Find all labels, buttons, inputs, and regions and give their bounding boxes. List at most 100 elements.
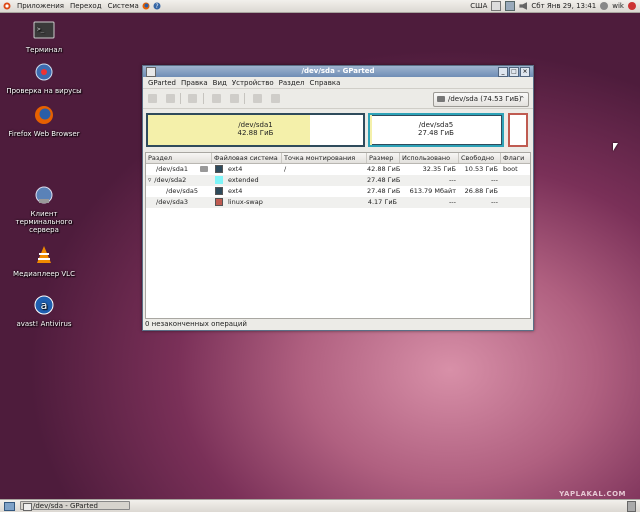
table-row[interactable]: /dev/sda1 ext4 / 42.88 ГиБ 32.35 ГиБ 10.… [146,164,530,175]
table-header: Раздел Файловая система Точка монтирован… [146,153,530,164]
graph-partition-sda3[interactable] [508,113,528,147]
desktop-icon-label: Клиент терминального сервера [15,210,73,234]
toolbar-separator [244,93,245,104]
col-flags[interactable]: Флаги [501,153,528,163]
undo-icon[interactable] [253,94,262,103]
cell-flags [501,197,528,208]
desktop-icon-label: avast! Antivirus [16,320,72,328]
device-selector[interactable]: /dev/sda (74.53 ГиБ) ⌃ [433,92,529,107]
fs-name: extended [228,176,259,184]
desktop-icon-terminal[interactable]: >_ Терминал [4,20,84,54]
fs-color-swatch [215,197,223,206]
trash-icon[interactable] [627,501,636,512]
graph-partition-sda1[interactable]: /dev/sda1 42.88 ГиБ [146,113,365,147]
cell-mount: / [284,165,287,173]
menu-view[interactable]: Вид [213,79,227,87]
col-size[interactable]: Размер [367,153,400,163]
ubuntu-logo-icon[interactable] [3,2,11,10]
menu-system[interactable]: Система [108,2,139,10]
col-used[interactable]: Использовано [400,153,459,163]
user-name[interactable]: wik [612,2,624,10]
table-row[interactable]: ▿/dev/sda2 extended 27.48 ГиБ --- --- [146,175,530,186]
graph-partition-sda5[interactable]: /dev/sda5 27.48 ГиБ [368,113,504,147]
graph-sda5-size: 27.48 ГиБ [418,129,454,137]
cell-fs: linux-swap [212,197,282,208]
menu-partition[interactable]: Раздел [279,79,305,87]
fs-color-swatch [215,186,223,195]
volume-icon[interactable] [519,2,528,10]
resize-move-icon[interactable] [188,94,197,103]
menu-edit[interactable]: Правка [181,79,208,87]
desktop-icon-label: Терминал [25,46,63,54]
show-desktop-icon[interactable] [4,502,15,511]
cell-size: 42.88 ГиБ [367,165,400,173]
clock[interactable]: Сбт Янв 29, 13:41 [531,2,596,10]
close-button[interactable]: × [520,67,530,77]
partition-graph: /dev/sda1 42.88 ГиБ /dev/sda5 27.48 ГиБ [145,110,529,150]
new-partition-icon[interactable] [148,94,157,103]
cell-free: 26.88 ГиБ [464,187,498,195]
col-free[interactable]: Свободно [459,153,501,163]
desktop-icon-vlc[interactable]: Медиаплеер VLC [4,244,84,278]
menu-applications[interactable]: Приложения [17,2,64,10]
menu-device[interactable]: Устройство [232,79,274,87]
desktop-icon-virus-scan[interactable]: Проверка на вирусы [4,61,84,95]
paste-icon[interactable] [230,94,239,103]
toolbar-separator [203,93,204,104]
table-row[interactable]: /dev/sda3 linux-swap 4.17 ГиБ --- --- [146,197,530,208]
graph-label-sda1: /dev/sda1 42.88 ГиБ [148,121,363,137]
copy-icon[interactable] [212,94,221,103]
minimize-button[interactable]: _ [498,67,508,77]
gparted-window[interactable]: /dev/sda - GParted _ □ × GParted Правка … [142,65,534,331]
cell-used: --- [448,198,456,206]
cell-fs: ext4 [212,164,282,175]
expander-arrow-icon[interactable]: ▿ [148,176,151,184]
menu-help[interactable]: Справка [310,79,341,87]
fs-color-swatch [215,175,223,184]
power-icon[interactable] [628,2,636,10]
graph-sda1-size: 42.88 ГиБ [237,129,274,137]
dropdown-arrow-icon: ⌃ [519,95,525,103]
desktop-icon-avast[interactable]: a avast! Antivirus [4,294,84,328]
apply-icon[interactable] [271,94,280,103]
panel-tray: США Сбт Янв 29, 13:41 wik [470,0,636,12]
mail-icon[interactable] [491,1,502,11]
window-menu-icon[interactable] [146,67,156,77]
vlc-icon [37,246,51,263]
col-mountpoint[interactable]: Точка монтирования [282,153,367,163]
keyboard-layout[interactable]: США [470,2,487,10]
partition-name: /dev/sda1 [156,165,188,173]
desktop-icon-firefox[interactable]: Firefox Web Browser [4,104,84,138]
fs-color-swatch [215,164,223,173]
taskbar-label: /dev/sda - GParted [33,502,98,510]
cell-free: --- [490,176,498,184]
device-label: /dev/sda (74.53 ГиБ) [448,95,522,103]
window-titlebar[interactable]: /dev/sda - GParted _ □ × [143,66,533,77]
network-icon[interactable] [505,1,516,11]
cell-flags [501,175,528,186]
avast-icon: a [34,295,54,315]
taskbar-button-gparted[interactable]: /dev/sda - GParted [20,501,130,511]
desktop-icon-terminal-client[interactable]: Клиент терминального сервера [4,184,84,234]
key-icon [200,166,209,172]
col-filesystem[interactable]: Файловая система [212,153,282,163]
cell-mount [282,175,367,186]
cell-used: 32.35 ГиБ [422,165,456,173]
table-row[interactable]: /dev/sda5 ext4 27.48 ГиБ 613.79 Мбайт 26… [146,186,530,197]
menu-places[interactable]: Переход [70,2,102,10]
cell-flags [501,186,528,197]
terminal-icon: >_ [33,21,55,39]
bottom-panel: /dev/sda - GParted [0,499,640,512]
maximize-button[interactable]: □ [509,67,519,77]
cell-partition: /dev/sda1 [146,164,212,175]
partition-table[interactable]: Раздел Файловая система Точка монтирован… [145,152,531,319]
desktop-icon-label: Медиаплеер VLC [13,270,75,278]
firefox-launcher-icon[interactable] [142,2,150,10]
cell-size: 4.17 ГиБ [367,198,397,206]
help-launcher-icon[interactable]: ? [153,2,161,10]
col-partition[interactable]: Раздел [146,153,212,163]
menu-gparted[interactable]: GParted [148,79,176,87]
cell-partition: /dev/sda3 [156,198,188,206]
delete-partition-icon[interactable] [166,94,175,103]
remote-client-icon [35,186,53,204]
